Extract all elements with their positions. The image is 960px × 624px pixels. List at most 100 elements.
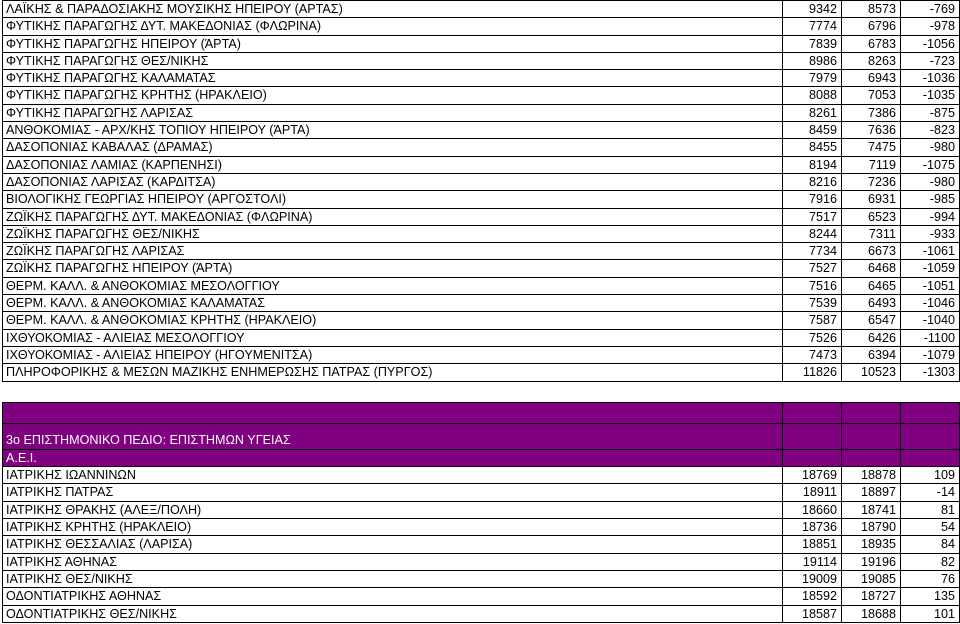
row-value-a-cell: 7839: [782, 34, 842, 53]
row-name-cell: ΦΥΤΙΚΗΣ ΠΑΡΑΓΩΓΗΣ ΚΑΛΑΜΑΤΑΣ: [2, 69, 783, 88]
row-value-a-cell: 7516: [782, 276, 842, 296]
row-name-cell: ΙΑΤΡΙΚΗΣ ΚΡΗΤΗΣ (ΗΡΑΚΛΕΙΟ): [2, 518, 783, 537]
row-diff-cell: 54: [900, 518, 960, 537]
row-diff-cell: 109: [900, 466, 960, 485]
row-value-b-cell: 6673: [841, 242, 901, 261]
row-name-cell: ΟΔΟΝΤΙΑΤΡΙΚΗΣ ΑΘΗΝΑΣ: [2, 587, 783, 606]
table-row: ΟΔΟΝΤΙΑΤΡΙΚΗΣ ΘΕΣ/ΝΙΚΗΣ 18587 18688 101: [2, 604, 960, 623]
table-row: ΦΥΤΙΚΗΣ ΠΑΡΑΓΩΓΗΣ ΚΑΛΑΜΑΤΑΣ 7979 6943 -1036: [2, 69, 960, 88]
row-name-cell: ΖΩΪΚΗΣ ΠΑΡΑΓΩΓΗΣ ΘΕΣ/ΝΙΚΗΣ: [2, 224, 783, 244]
table-row: ΖΩΪΚΗΣ ΠΑΡΑΓΩΓΗΣ ΘΕΣ/ΝΙΚΗΣ 8244 7311 -933: [2, 224, 960, 244]
row-diff-cell: -1075: [900, 155, 960, 174]
row-value-a-cell: 8088: [782, 86, 842, 105]
row-name-cell: ΙΧΘΥΟΚΟΜΙΑΣ - ΑΛΙΕΙΑΣ ΗΠΕΙΡΟΥ (ΗΓΟΥΜΕΝΙΤ…: [2, 345, 783, 365]
row-value-a-cell: 8455: [782, 138, 842, 157]
table-row: ΘΕΡΜ. ΚΑΛΛ. & ΑΝΘΟΚΟΜΙΑΣ ΜΕΣΟΛΟΓΓΙΟΥ 7516…: [2, 276, 960, 296]
row-name-cell: ΙΧΘΥΟΚΟΜΙΑΣ - ΑΛΙΕΙΑΣ ΜΕΣΟΛΟΓΓΙΟΥ: [2, 328, 783, 347]
row-diff-cell: -1040: [900, 311, 960, 330]
table-row: ΙΑΤΡΙΚΗΣ ΚΡΗΤΗΣ (ΗΡΑΚΛΕΙΟ) 18736 18790 54: [2, 518, 960, 537]
table-row: ΙΑΤΡΙΚΗΣ ΙΩΑΝΝΙΝΩΝ 18769 18878 109: [2, 466, 960, 485]
row-name-cell: ΙΑΤΡΙΚΗΣ ΘΡΑΚΗΣ (ΑΛΕΞ/ΠΟΛΗ): [2, 500, 783, 520]
row-diff-cell: -875: [900, 103, 960, 123]
table-row: ΘΕΡΜ. ΚΑΛΛ. & ΑΝΘΟΚΟΜΙΑΣ ΚΑΛΑΜΑΤΑΣ 7539 64…: [2, 294, 960, 313]
row-name-cell: ΒΙΟΛΟΓΙΚΗΣ ΓΕΩΡΓΙΑΣ ΗΠΕΙΡΟΥ (ΑΡΓΟΣΤΟΛΙ): [2, 190, 783, 209]
row-name-cell: ΙΑΤΡΙΚΗΣ ΑΘΗΝΑΣ: [2, 552, 783, 571]
row-name-cell: ΦΥΤΙΚΗΣ ΠΑΡΑΓΩΓΗΣ ΛΑΡΙΣΑΣ: [2, 103, 783, 123]
table-row: ΔΑΣΟΠΟΝΙΑΣ ΚΑΒΑΛΑΣ (ΔΡΑΜΑΣ) 8455 7475 -980: [2, 138, 960, 157]
row-value-a-cell: 7916: [782, 190, 842, 209]
row-diff-cell: -1035: [900, 86, 960, 105]
row-diff-cell: 84: [900, 535, 960, 554]
row-value-b-cell: 7475: [841, 138, 901, 157]
table-row: ΙΑΤΡΙΚΗΣ ΠΑΤΡΑΣ 18911 18897 -14: [2, 483, 960, 502]
row-diff-cell: 135: [900, 587, 960, 606]
row-name-cell: ΙΑΤΡΙΚΗΣ ΠΑΤΡΑΣ: [2, 483, 783, 502]
row-value-a-cell: 7774: [782, 17, 842, 36]
row-diff-cell: -978: [900, 17, 960, 36]
row-value-b-cell: 7053: [841, 86, 901, 105]
row-diff-cell: 81: [900, 500, 960, 520]
row-diff-cell: -1036: [900, 69, 960, 88]
row-value-a-cell: 11826: [782, 363, 842, 382]
table-row: ΠΛΗΡΟΦΟΡΙΚΗΣ & ΜΕΣΩΝ ΜΑΖΙΚΗΣ ΕΝΗΜΕΡΩΣΗΣ …: [2, 363, 960, 382]
row-value-a-cell: 19009: [782, 569, 842, 589]
row-value-a-cell: 19114: [782, 552, 842, 571]
row-value-a-cell: 18660: [782, 500, 842, 520]
section-subtitle: Α.Ε.Ι.: [2, 448, 783, 468]
row-diff-cell: -769: [900, 0, 960, 19]
row-value-b-cell: 8263: [841, 51, 901, 71]
row-value-a-cell: 8216: [782, 172, 842, 192]
row-value-a-cell: 7979: [782, 69, 842, 88]
table-row: ΙΑΤΡΙΚΗΣ ΑΘΗΝΑΣ 19114 19196 82: [2, 552, 960, 571]
table-row: ΘΕΡΜ. ΚΑΛΛ. & ΑΝΘΟΚΟΜΙΑΣ ΚΡΗΤΗΣ (ΗΡΑΚΛΕΙ…: [2, 311, 960, 330]
row-diff-cell: -823: [900, 121, 960, 140]
table-body-top: ΛΑΪΚΗΣ & ΠΑΡΑΔΟΣΙΑΚΗΣ ΜΟΥΣΙΚΗΣ ΗΠΕΙΡΟΥ (…: [2, 0, 960, 382]
row-value-a-cell: 7587: [782, 311, 842, 330]
row-value-b-cell: 6465: [841, 276, 901, 296]
row-value-b-cell: 18727: [841, 587, 901, 606]
row-name-cell: ΔΑΣΟΠΟΝΙΑΣ ΛΑΡΙΣΑΣ (ΚΑΡΔΙΤΣΑ): [2, 172, 783, 192]
row-value-b-cell: 18790: [841, 518, 901, 537]
row-value-b-cell: 6394: [841, 345, 901, 365]
row-value-a-cell: 18736: [782, 518, 842, 537]
table-row: ΙΧΘΥΟΚΟΜΙΑΣ - ΑΛΙΕΙΑΣ ΜΕΣΟΛΟΓΓΙΟΥ 7526 642…: [2, 328, 960, 347]
table-row: ΙΧΘΥΟΚΟΜΙΑΣ - ΑΛΙΕΙΑΣ ΗΠΕΙΡΟΥ (ΗΓΟΥΜΕΝΙΤ…: [2, 345, 960, 365]
table-row: ΖΩΪΚΗΣ ΠΑΡΑΓΩΓΗΣ ΗΠΕΙΡΟΥ (ΆΡΤΑ) 7527 6468-…: [2, 259, 960, 278]
row-value-a-cell: 8244: [782, 224, 842, 244]
table-row: ΙΑΤΡΙΚΗΣ ΘΡΑΚΗΣ (ΑΛΕΞ/ΠΟΛΗ) 18660 18741 81: [2, 500, 960, 520]
table-gap: [2, 380, 960, 403]
row-diff-cell: -1303: [900, 363, 960, 382]
row-diff-cell: -1061: [900, 242, 960, 261]
row-name-cell: ΦΥΤΙΚΗΣ ΠΑΡΑΓΩΓΗΣ ΚΡΗΤΗΣ (ΗΡΑΚΛΕΙΟ): [2, 86, 783, 105]
row-name-cell: ΔΑΣΟΠΟΝΙΑΣ ΛΑΜΙΑΣ (ΚΑΡΠΕΝΗΣΙ): [2, 155, 783, 174]
row-diff-cell: -985: [900, 190, 960, 209]
table-row: ΦΥΤΙΚΗΣ ΠΑΡΑΓΩΓΗΣ ΔΥΤ. ΜΑΚΕΔΟΝΙΑΣ (ΦΛΩΡΙ…: [2, 17, 960, 36]
row-value-b-cell: 19196: [841, 552, 901, 571]
row-value-a-cell: 8986: [782, 51, 842, 71]
row-value-a-cell: 18769: [782, 466, 842, 485]
row-value-a-cell: 7539: [782, 294, 842, 313]
row-name-cell: ΘΕΡΜ. ΚΑΛΛ. & ΑΝΘΟΚΟΜΙΑΣ ΚΡΗΤΗΣ (ΗΡΑΚΛΕΙ…: [2, 311, 783, 330]
table-row: ΔΑΣΟΠΟΝΙΑΣ ΛΑΡΙΣΑΣ (ΚΑΡΔΙΤΣΑ) 8216 7236 -98…: [2, 172, 960, 192]
row-name-cell: ΦΥΤΙΚΗΣ ΠΑΡΑΓΩΓΗΣ ΗΠΕΙΡΟΥ (ΆΡΤΑ): [2, 34, 783, 53]
row-value-a-cell: 7527: [782, 259, 842, 278]
table-row: ΙΑΤΡΙΚΗΣ ΘΕΣΣΑΛΙΑΣ (ΛΑΡΙΣΑ) 18851 18935 84: [2, 535, 960, 554]
table-row: ΦΥΤΙΚΗΣ ΠΑΡΑΓΩΓΗΣ ΛΑΡΙΣΑΣ 8261 7386 -875: [2, 103, 960, 123]
section-title: 3ο ΕΠΙΣΤΗΜΟΝΙΚΟ ΠΕΔΙΟ: ΕΠΙΣΤΗΜΩΝ ΥΓΕΙΑΣ: [2, 422, 783, 450]
row-name-cell: ΑΝΘΟΚΟΜΙΑΣ - ΑΡΧ/ΚΗΣ ΤΟΠΙΟΥ ΗΠΕΙΡΟΥ (ΆΡΤ…: [2, 121, 783, 140]
row-diff-cell: -980: [900, 172, 960, 192]
row-name-cell: ΦΥΤΙΚΗΣ ΠΑΡΑΓΩΓΗΣ ΘΕΣ/ΝΙΚΗΣ: [2, 51, 783, 71]
row-value-a-cell: 8194: [782, 155, 842, 174]
row-name-cell: ΙΑΤΡΙΚΗΣ ΘΕΣΣΑΛΙΑΣ (ΛΑΡΙΣΑ): [2, 535, 783, 554]
data-table: ΛΑΪΚΗΣ & ΠΑΡΑΔΟΣΙΑΚΗΣ ΜΟΥΣΙΚΗΣ ΗΠΕΙΡΟΥ (…: [2, 0, 960, 623]
row-diff-cell: -1059: [900, 259, 960, 278]
table-row: ΔΑΣΟΠΟΝΙΑΣ ΛΑΜΙΑΣ (ΚΑΡΠΕΝΗΣΙ) 8194 7119 -10…: [2, 155, 960, 174]
row-value-b-cell: 6523: [841, 207, 901, 226]
row-diff-cell: -723: [900, 51, 960, 71]
row-value-b-cell: 6796: [841, 17, 901, 36]
table-row: ΒΙΟΛΟΓΙΚΗΣ ΓΕΩΡΓΙΑΣ ΗΠΕΙΡΟΥ (ΑΡΓΟΣΤΟΛΙ) 7…: [2, 190, 960, 209]
row-value-b-cell: 18897: [841, 483, 901, 502]
row-value-a-cell: 7526: [782, 328, 842, 347]
row-value-a-cell: 8459: [782, 121, 842, 140]
table-row: ΑΝΘΟΚΟΜΙΑΣ - ΑΡΧ/ΚΗΣ ΤΟΠΙΟΥ ΗΠΕΙΡΟΥ (ΆΡΤ…: [2, 121, 960, 140]
